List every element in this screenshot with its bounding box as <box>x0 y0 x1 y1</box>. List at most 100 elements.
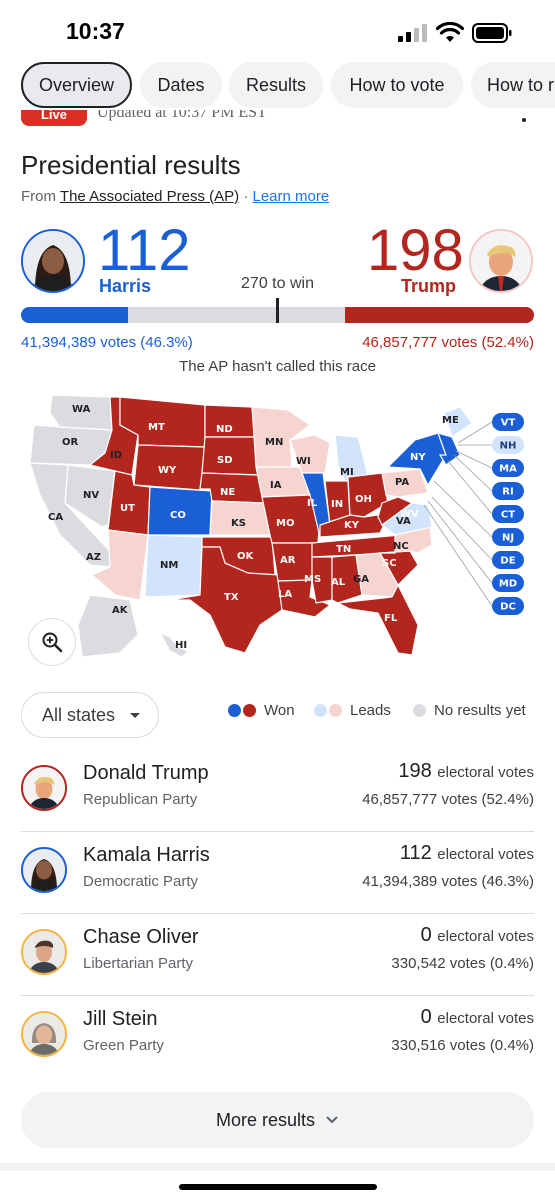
candidate-party: Republican Party <box>83 791 198 808</box>
wifi-icon <box>436 22 464 42</box>
candidate-name: Jill Stein <box>83 1008 158 1030</box>
state-badge-label: MD <box>499 579 517 590</box>
state-badge-label: MA <box>499 464 517 475</box>
electoral-count: 0 <box>420 924 432 946</box>
svg-text:MO: MO <box>276 518 294 529</box>
status-bar: 10:37 <box>0 0 555 62</box>
page-title: Presidential results <box>21 150 241 180</box>
tab-how-to-vote[interactable]: How to vote <box>331 62 463 108</box>
trump-label: Trump <box>401 276 457 296</box>
svg-text:AZ: AZ <box>86 552 101 563</box>
harris-small-avatar <box>21 847 67 893</box>
svg-text:UT: UT <box>120 503 135 514</box>
updated-time: Updated at 10:37 PM EST <box>97 110 267 121</box>
svg-text:GA: GA <box>353 574 369 585</box>
electoral-count: 0 <box>420 1006 432 1028</box>
svg-text:IA: IA <box>270 480 282 491</box>
oliver-small-avatar <box>21 929 67 975</box>
legend-leads: Leads <box>314 702 391 719</box>
candidate-row-oliver[interactable]: Chase Oliver Libertarian Party 0 elector… <box>21 914 534 996</box>
to-win-label: 270 to win <box>241 275 314 292</box>
svg-text:KY: KY <box>344 520 360 531</box>
candidate-row-stein[interactable]: Jill Stein Green Party 0 electoral votes… <box>21 996 534 1078</box>
electoral-label: electoral votes <box>437 764 534 781</box>
svg-text:SC: SC <box>382 558 397 569</box>
legend-dem-won-dot <box>228 704 241 717</box>
candidate-party: Democratic Party <box>83 873 199 890</box>
svg-text:NE: NE <box>220 487 235 498</box>
more-results-button[interactable]: More results <box>21 1092 534 1148</box>
candidate-name: Chase Oliver <box>83 926 199 948</box>
svg-text:OH: OH <box>355 494 372 505</box>
svg-text:OR: OR <box>62 437 79 448</box>
svg-text:NM: NM <box>160 560 178 571</box>
electoral-count: 112 <box>399 842 432 864</box>
candidate-row-trump[interactable]: Donald Trump Republican Party 198 electo… <box>21 750 534 832</box>
tab-overview[interactable]: Overview <box>21 62 132 108</box>
legend-none: No results yet <box>413 702 526 719</box>
svg-text:ND: ND <box>216 424 233 435</box>
electoral-label: electoral votes <box>437 928 534 945</box>
learn-more-link[interactable]: Learn more <box>253 188 330 205</box>
state-filter-dropdown[interactable]: All states <box>21 692 159 738</box>
svg-text:KS: KS <box>231 518 246 529</box>
svg-text:NV: NV <box>83 490 99 501</box>
tab-bar: Overview Dates Results How to vote How t… <box>0 62 555 110</box>
candidate-popular-votes: 41,394,389 votes (46.3%) <box>362 873 534 890</box>
svg-text:TN: TN <box>336 544 351 555</box>
trump-small-avatar <box>21 765 67 811</box>
harris-bar-fill <box>21 307 128 323</box>
dropdown-arrow-icon <box>130 713 140 718</box>
svg-text:AR: AR <box>280 555 296 566</box>
candidate-popular-votes: 330,542 votes (0.4%) <box>391 955 534 972</box>
live-status-strip: Live Updated at 10:37 PM EST <box>0 110 555 128</box>
svg-text:ID: ID <box>110 450 122 461</box>
tab-dates[interactable]: Dates <box>140 62 222 108</box>
state-ak[interactable] <box>77 594 139 658</box>
harris-label: Harris <box>99 276 152 296</box>
svg-text:WA: WA <box>72 404 91 415</box>
state-badge-label: DE <box>500 556 515 567</box>
svg-text:MS: MS <box>304 574 321 585</box>
svg-text:WY: WY <box>158 465 177 476</box>
svg-text:CA: CA <box>48 512 63 523</box>
trump-bar-fill <box>345 307 534 323</box>
tab-how-to-register[interactable]: How to r <box>471 62 555 108</box>
svg-text:TX: TX <box>224 592 239 603</box>
legend-none-dot <box>413 704 426 717</box>
svg-text:HI: HI <box>175 640 187 651</box>
legend-rep-leads-dot <box>329 704 342 717</box>
status-time: 10:37 <box>66 18 125 44</box>
battery-icon <box>472 23 512 43</box>
svg-text:MT: MT <box>148 422 165 433</box>
more-options-icon[interactable] <box>522 118 526 122</box>
state-badge-label: DC <box>500 602 516 613</box>
svg-text:CO: CO <box>170 510 186 521</box>
trump-electoral-count: 198 <box>367 218 464 283</box>
us-results-map[interactable]: WA OR CA NV ID AK HI AZ NM MN IA KS WI MI PA ME NC G… <box>20 385 535 675</box>
svg-text:IL: IL <box>307 498 318 509</box>
map-zoom-button[interactable] <box>28 618 76 666</box>
svg-text:NC: NC <box>393 541 409 552</box>
270-marker <box>276 298 279 323</box>
harris-avatar <box>21 229 85 293</box>
electoral-label: electoral votes <box>437 846 534 863</box>
svg-text:MI: MI <box>340 467 354 478</box>
candidate-row-harris[interactable]: Kamala Harris Democratic Party 112 elect… <box>21 832 534 914</box>
ap-source-link[interactable]: The Associated Press (AP) <box>60 188 239 205</box>
home-indicator[interactable] <box>179 1184 377 1190</box>
race-status: The AP hasn't called this race <box>179 358 376 375</box>
state-badge-label: NH <box>500 441 517 452</box>
harris-popular-votes: 41,394,389 votes (46.3%) <box>21 334 193 351</box>
state-filter-label: All states <box>42 704 116 725</box>
state-badge-label: RI <box>502 487 513 498</box>
tab-results[interactable]: Results <box>229 62 323 108</box>
candidate-electoral: 198 electoral votes <box>398 760 534 783</box>
candidate-name: Kamala Harris <box>83 844 210 866</box>
svg-text:ME: ME <box>442 415 459 426</box>
legend-leads-label: Leads <box>350 702 391 719</box>
live-badge: Live <box>21 110 87 126</box>
more-results-label: More results <box>215 1109 316 1130</box>
stein-small-avatar <box>21 1011 67 1057</box>
candidate-party: Libertarian Party <box>83 955 194 972</box>
